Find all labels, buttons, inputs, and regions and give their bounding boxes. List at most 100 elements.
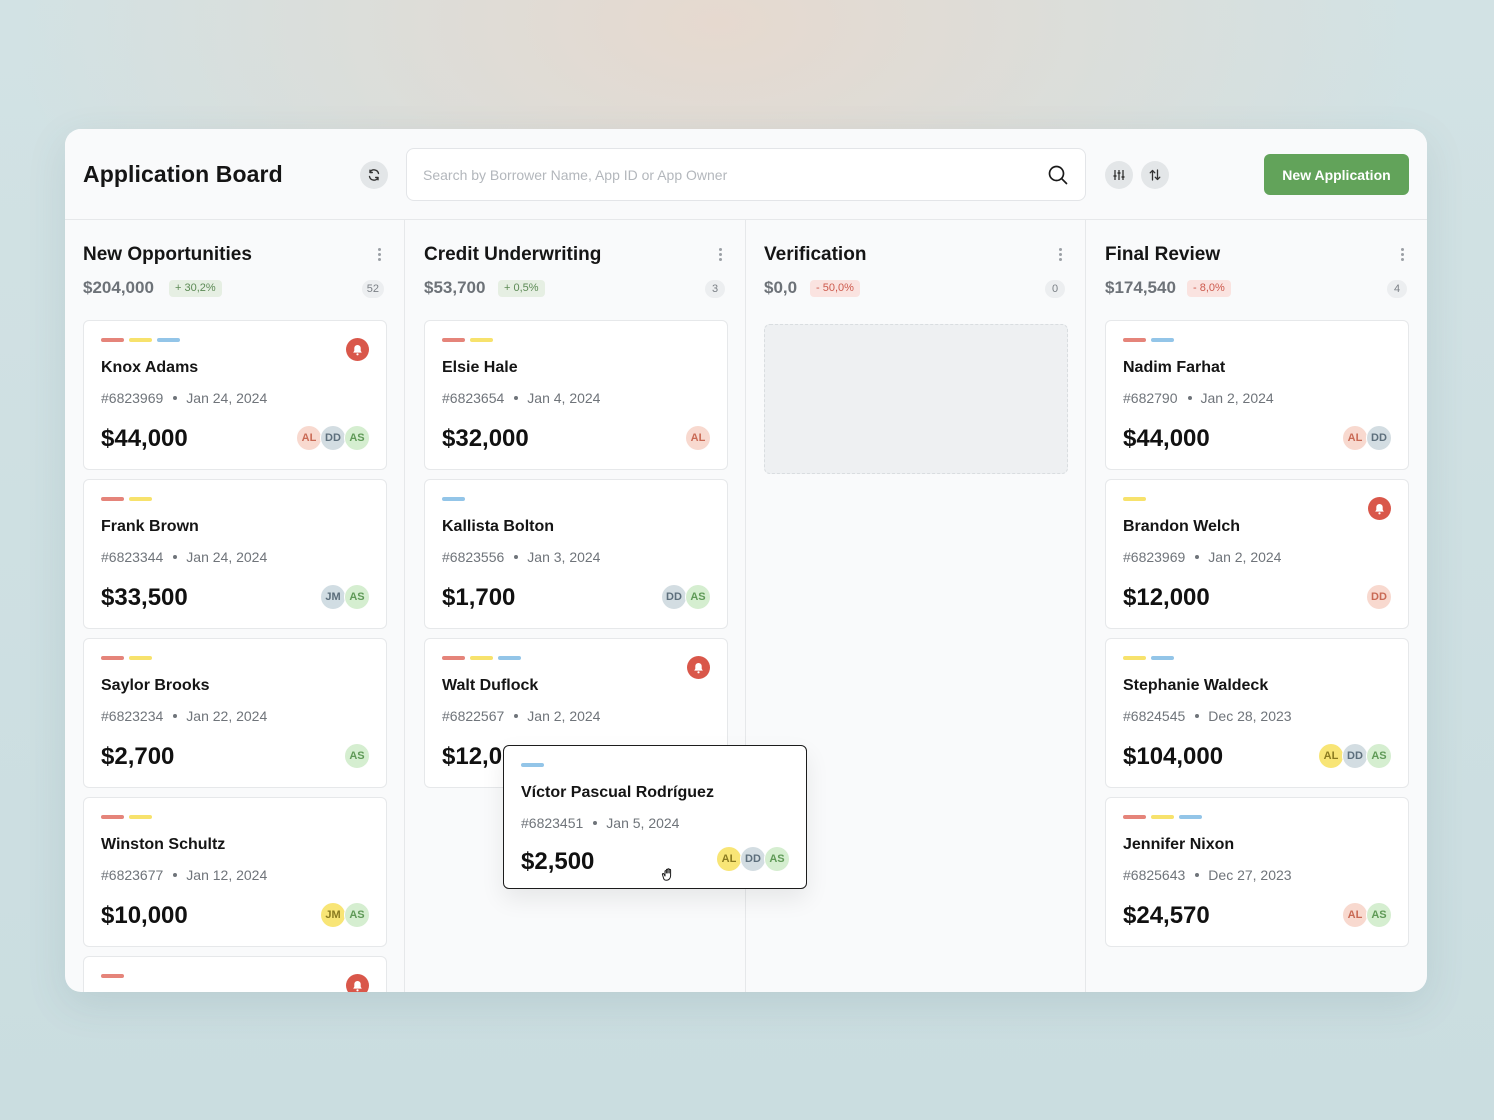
column-menu-icon[interactable]	[719, 248, 723, 262]
avatar[interactable]: AL	[685, 425, 711, 451]
application-card[interactable]: Elsie Hale #6823654 Jan 4, 2024 $32,000 A…	[424, 320, 728, 470]
avatar[interactable]: AS	[344, 584, 370, 610]
column-menu-icon[interactable]	[1059, 248, 1063, 262]
alert-bell-icon[interactable]	[346, 338, 369, 361]
card-meta: #6823556 Jan 3, 2024	[442, 549, 600, 565]
column-title: New Opportunities	[83, 244, 252, 265]
search-bar	[406, 148, 1086, 201]
app-id: #6824545	[1123, 708, 1186, 724]
column-total: $53,700	[424, 278, 486, 297]
app-id: #6825643	[1123, 867, 1186, 883]
application-card-partial[interactable]	[83, 956, 387, 992]
tag-yellow	[1123, 497, 1146, 501]
loan-amount: $24,570	[1123, 902, 1210, 929]
avatar[interactable]: AS	[344, 425, 370, 451]
alert-bell-icon[interactable]	[1368, 497, 1391, 520]
column-title: Verification	[764, 244, 867, 265]
application-card[interactable]: Jennifer Nixon #6825643 Dec 27, 2023 $24,…	[1105, 797, 1409, 947]
tag-blue	[157, 338, 180, 342]
app-date: Jan 2, 2024	[527, 708, 601, 724]
app-date: Jan 5, 2024	[606, 815, 680, 831]
avatar[interactable]: JM	[320, 902, 346, 928]
avatar[interactable]: AL	[1342, 902, 1368, 928]
loan-amount: $44,000	[101, 425, 188, 452]
owner-avatars: AS DD AL	[296, 425, 370, 451]
app-date: Jan 2, 2024	[1208, 549, 1282, 565]
avatar[interactable]: AL	[1342, 425, 1368, 451]
avatar[interactable]: DD	[320, 425, 346, 451]
tag-blue	[1151, 656, 1174, 660]
tag-red	[101, 656, 124, 660]
app-id: #6823234	[101, 708, 164, 724]
dragging-application-card[interactable]: Víctor Pascual Rodríguez #6823451 Jan 5, …	[503, 745, 807, 889]
tag-blue	[1151, 338, 1174, 342]
column-count: 52	[361, 280, 384, 298]
avatar[interactable]: AS	[344, 743, 370, 769]
search-input[interactable]	[423, 163, 1023, 187]
grab-hand-cursor-icon	[661, 868, 672, 881]
application-card[interactable]: Brandon Welch #6823969 Jan 2, 2024 $12,00…	[1105, 479, 1409, 629]
refresh-button[interactable]	[360, 161, 388, 189]
avatar[interactable]: AS	[1366, 902, 1392, 928]
avatar[interactable]: DD	[1366, 584, 1392, 610]
tag-blue	[1179, 815, 1202, 819]
app-id: #6823556	[442, 549, 505, 565]
avatar[interactable]: AS	[344, 902, 370, 928]
application-card[interactable]: Saylor Brooks #6823234 Jan 22, 2024 $2,70…	[83, 638, 387, 788]
application-card[interactable]: Stephanie Waldeck #6824545 Dec 28, 2023 $…	[1105, 638, 1409, 788]
app-id: #6823654	[442, 390, 505, 406]
alert-bell-icon[interactable]	[687, 656, 710, 679]
owner-avatars: AS DD	[661, 584, 711, 610]
card-tags	[1123, 338, 1174, 342]
application-card[interactable]: Winston Schultz #6823677 Jan 12, 2024 $10…	[83, 797, 387, 947]
column-change-badge: + 30,2%	[169, 280, 222, 297]
refresh-icon	[368, 169, 380, 181]
tag-yellow	[129, 497, 152, 501]
avatar[interactable]: AS	[764, 846, 790, 872]
new-application-button[interactable]: New Application	[1264, 154, 1409, 195]
borrower-name: Jennifer Nixon	[1123, 836, 1235, 853]
card-meta: #6823451 Jan 5, 2024	[521, 815, 679, 831]
tag-yellow	[470, 656, 493, 660]
avatar[interactable]: DD	[1342, 743, 1368, 769]
avatar[interactable]: AL	[296, 425, 322, 451]
avatar[interactable]: JM	[320, 584, 346, 610]
avatar[interactable]: AL	[1318, 743, 1344, 769]
card-tags	[442, 497, 465, 501]
borrower-name: Frank Brown	[101, 518, 199, 535]
search-icon[interactable]	[1047, 164, 1069, 186]
tag-red	[101, 974, 124, 978]
avatar[interactable]: DD	[661, 584, 687, 610]
tag-yellow	[129, 338, 152, 342]
avatar[interactable]: AL	[716, 846, 742, 872]
app-date: Jan 2, 2024	[1200, 390, 1274, 406]
avatar[interactable]: AS	[685, 584, 711, 610]
borrower-name: Elsie Hale	[442, 359, 518, 376]
application-card[interactable]: Nadim Farhat #682790 Jan 2, 2024 $44,000 …	[1105, 320, 1409, 470]
column-menu-icon[interactable]	[1401, 248, 1405, 262]
tag-red	[442, 338, 465, 342]
tag-red	[442, 656, 465, 660]
column-menu-icon[interactable]	[378, 248, 382, 262]
app-id: #6822567	[442, 708, 505, 724]
card-tags	[521, 763, 544, 767]
avatar[interactable]: DD	[740, 846, 766, 872]
owner-avatars: DD	[1366, 584, 1392, 610]
application-card[interactable]: Kallista Bolton #6823556 Jan 3, 2024 $1,7…	[424, 479, 728, 629]
drop-zone-placeholder[interactable]	[764, 324, 1068, 474]
app-id: #682790	[1123, 390, 1178, 406]
alert-bell-icon[interactable]	[346, 974, 369, 992]
borrower-name: Winston Schultz	[101, 836, 226, 853]
avatar[interactable]: DD	[1366, 425, 1392, 451]
column-final-review: Final Review $174,540 - 8,0% 4 Nadim Far…	[1087, 220, 1427, 992]
avatar[interactable]: AS	[1366, 743, 1392, 769]
top-bar: Application Board Search by Borrower Nam…	[65, 129, 1427, 220]
column-title: Credit Underwriting	[424, 244, 602, 265]
filter-button[interactable]	[1105, 161, 1133, 189]
tag-yellow	[129, 656, 152, 660]
sort-button[interactable]	[1141, 161, 1169, 189]
application-card[interactable]: Frank Brown #6823344 Jan 24, 2024 $33,500…	[83, 479, 387, 629]
card-tags	[101, 656, 152, 660]
application-card[interactable]: Knox Adams #6823969 Jan 24, 2024 $44,000 …	[83, 320, 387, 470]
column-change-badge: + 0,5%	[498, 280, 545, 297]
